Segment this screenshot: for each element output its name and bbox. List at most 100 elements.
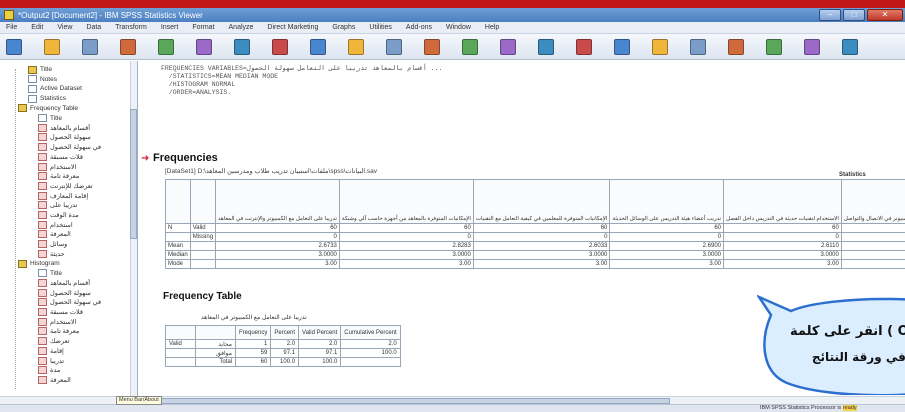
outline-item[interactable]: استخدام	[38, 220, 73, 229]
outline-item[interactable]: في سهولة الحصول	[38, 143, 101, 152]
recall-dialog-icon[interactable]	[196, 39, 212, 55]
export-icon[interactable]	[158, 39, 174, 55]
chart-icon[interactable]	[386, 39, 402, 55]
print-preview-icon[interactable]	[120, 39, 136, 55]
table-cell: 100.0	[298, 357, 342, 367]
outline-item[interactable]: Statistics	[28, 94, 66, 103]
outline-item[interactable]: إقامة	[38, 346, 64, 355]
table-row: Mode3.003.003.003.003.003.003.003.003.00…	[165, 259, 905, 269]
frequency-table-title: تدريبا على التعامل مع الكمبيوتر في المعا…	[201, 315, 307, 321]
collapse-icon[interactable]	[576, 39, 592, 55]
outline-item[interactable]: معرفة تامة	[38, 327, 79, 336]
doc-icon	[38, 114, 47, 122]
menu-direct-marketing[interactable]: Direct Marketing	[267, 24, 318, 31]
table-cell: 3.0000	[609, 250, 725, 260]
outline-item[interactable]: مدة الوقت	[38, 211, 79, 220]
outline-item[interactable]: Title	[38, 269, 62, 278]
outline-item[interactable]: تدريبا على	[38, 201, 77, 210]
minimize-button[interactable]: –	[819, 9, 841, 21]
hide-icon[interactable]	[728, 39, 744, 55]
outline-scrollbar[interactable]	[130, 61, 137, 396]
red-icon	[38, 278, 47, 287]
menu-transform[interactable]: Transform	[115, 24, 147, 31]
expand-icon[interactable]	[690, 39, 706, 55]
outline-item[interactable]: قلات مسبقة	[38, 152, 83, 161]
goto-case-icon[interactable]	[348, 39, 364, 55]
outline-item-label: المعرفة	[50, 376, 71, 384]
table-cell: 100.0	[270, 357, 300, 367]
menu-data[interactable]: Data	[86, 24, 101, 31]
outline-item-label: وسائل	[50, 241, 68, 249]
outline-item[interactable]: المعرفة	[38, 375, 71, 384]
menu-view[interactable]: View	[57, 24, 72, 31]
promote-icon[interactable]	[614, 39, 630, 55]
row-label: N	[165, 223, 191, 233]
outline-item[interactable]: أقسام بالمعاهد	[38, 123, 90, 132]
menu-help[interactable]: Help	[485, 24, 499, 31]
outline-item[interactable]: وسائل	[38, 240, 67, 249]
table-cell: 3.00	[723, 259, 842, 269]
outline-item[interactable]: معرفة تامة	[38, 172, 79, 181]
outline-item[interactable]: تعرضك للإنترنت	[38, 181, 93, 190]
outline-item[interactable]: الاستخدام	[38, 162, 76, 171]
outline-item[interactable]: إقامة المعارف	[38, 191, 88, 200]
show-all-icon[interactable]	[538, 39, 554, 55]
menu-utilities[interactable]: Utilities	[369, 24, 392, 31]
outline-item[interactable]: حديثة	[38, 249, 65, 258]
red-icon	[38, 375, 47, 384]
red-icon	[38, 220, 47, 229]
outline-item[interactable]: سهولة الحصول	[38, 133, 91, 142]
outline-item[interactable]: Histogram	[18, 259, 60, 268]
outline-item[interactable]: الاستخدام	[38, 317, 76, 326]
redo-icon[interactable]	[272, 39, 288, 55]
close-button[interactable]: ✕	[867, 9, 903, 21]
row-sublabel	[189, 250, 217, 260]
menu-edit[interactable]: Edit	[31, 24, 43, 31]
print-icon[interactable]	[82, 39, 98, 55]
table-cell: 2.0	[340, 339, 401, 349]
menu-add-ons[interactable]: Add-ons	[406, 24, 432, 31]
statistics-column-header: الإمكانيات المتوفرة للمعلمين في كيفية ال…	[472, 179, 611, 224]
menu-analyze[interactable]: Analyze	[229, 24, 254, 31]
outline-item[interactable]: تدريبا	[38, 356, 64, 365]
variables-icon[interactable]	[424, 39, 440, 55]
outline-item[interactable]: سهولة الحصول	[38, 288, 91, 297]
outline-item[interactable]: تعرضك	[38, 337, 70, 346]
doc-icon	[28, 94, 37, 103]
statistics-column-header: الاستخدام الأمثل للكمبيوتر في الاتصال وا…	[840, 179, 905, 224]
save-icon[interactable]	[44, 39, 60, 55]
outline-scroll-thumb[interactable]	[130, 109, 137, 239]
outline-item[interactable]: في سهولة الحصول	[38, 298, 101, 307]
row-sublabel: Valid	[189, 223, 217, 233]
menu-graphs[interactable]: Graphs	[332, 24, 355, 31]
outline-item[interactable]: قلات مسبقة	[38, 308, 83, 317]
maximize-button[interactable]: □	[843, 9, 865, 21]
menu-format[interactable]: Format	[192, 24, 214, 31]
outline-item-label: الاستخدام	[50, 318, 77, 326]
insert-title-icon[interactable]	[804, 39, 820, 55]
outline-item[interactable]: Title	[38, 114, 62, 123]
outline-item-label: تعرضك للإنترنت	[50, 182, 93, 190]
doc-icon	[38, 269, 47, 278]
row-label: Median	[165, 250, 191, 260]
outline-item[interactable]: Title	[28, 65, 52, 74]
book-icon	[28, 65, 37, 74]
insert-heading-icon[interactable]	[766, 39, 782, 55]
outline-item-label: إقامة المعارف	[50, 192, 89, 200]
goto-data-icon[interactable]	[310, 39, 326, 55]
open-icon[interactable]	[6, 39, 22, 55]
outline-item[interactable]: أقسام بالمعاهد	[38, 278, 90, 287]
menu-file[interactable]: File	[6, 24, 17, 31]
menu-window[interactable]: Window	[446, 24, 471, 31]
select-last-output-icon[interactable]	[500, 39, 516, 55]
designate-window-icon[interactable]	[462, 39, 478, 55]
outline-item[interactable]: Frequency Table	[18, 104, 78, 113]
insert-text-icon[interactable]	[842, 39, 858, 55]
demote-icon[interactable]	[652, 39, 668, 55]
undo-icon[interactable]	[234, 39, 250, 55]
outline-item[interactable]: Notes	[28, 75, 57, 84]
outline-item[interactable]: Active Dataset	[28, 84, 82, 93]
outline-item[interactable]: مدة	[38, 366, 60, 375]
menu-insert[interactable]: Insert	[161, 24, 179, 31]
outline-item[interactable]: المعرفة	[38, 230, 71, 239]
